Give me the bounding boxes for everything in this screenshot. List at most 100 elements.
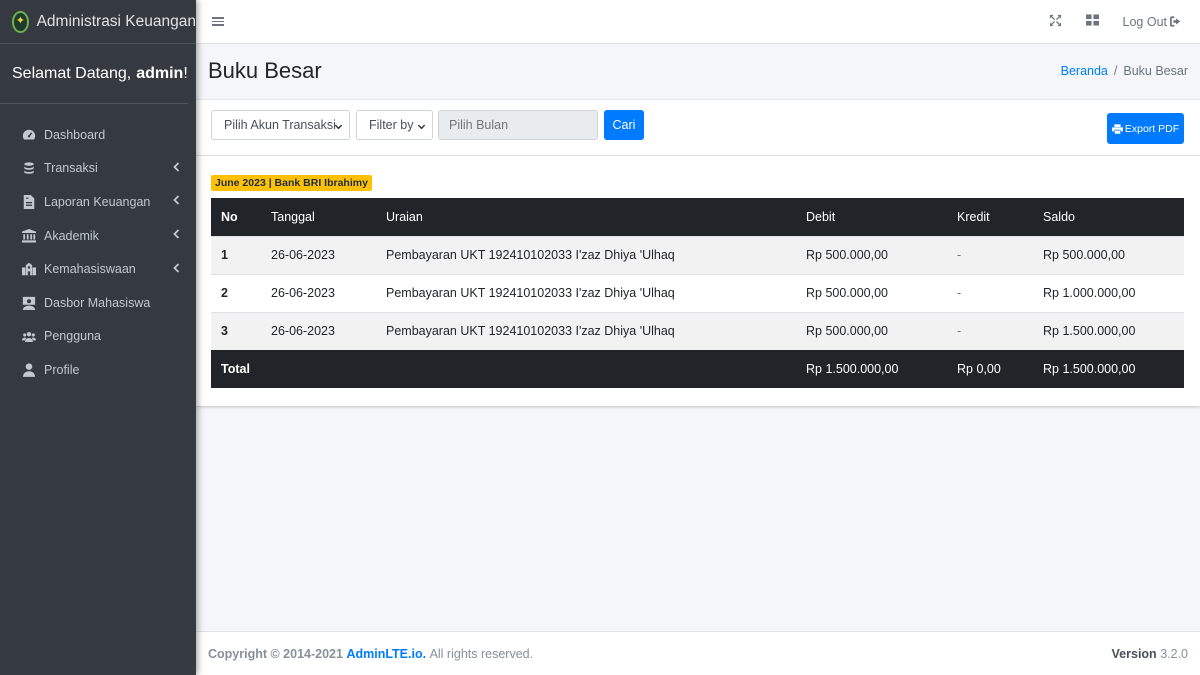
table-row: 1 26-06-2023 Pembayaran UKT 192410102033… [211,235,1184,274]
sidebar-nav: Dashboard Transaksi Laporan Keuangan Aka… [0,104,196,387]
footer-version-label: Version [1111,646,1157,661]
sidebar-item-dashboard[interactable]: Dashboard [0,118,196,152]
brand-link[interactable]: ✦ Administrasi Keuangan [0,0,196,44]
breadcrumb: Beranda / Buku Besar [1061,64,1188,78]
cell-uraian: Pembayaran UKT 192410102033 I'zaz Dhiya … [376,273,796,312]
cell-uraian: Pembayaran UKT 192410102033 I'zaz Dhiya … [376,311,796,350]
user-icon [22,363,36,377]
fullscreen-icon[interactable] [1049,14,1062,30]
cell-tanggal: 26-06-2023 [261,311,376,350]
welcome-user: admin [136,64,184,82]
cell-no: 3 [211,311,261,350]
filter-by-select-value: Filter by [369,118,414,132]
sidebar-item-laporan-keuangan[interactable]: Laporan Keuangan [0,185,196,219]
top-navbar: Log Out [196,0,1200,44]
account-select[interactable]: Pilih Akun Transaksi [211,110,350,140]
cell-saldo: Rp 1.500.000,00 [1033,311,1184,350]
cell-tanggal: 26-06-2023 [261,235,376,274]
cell-debit: Rp 500.000,00 [796,311,947,350]
period-account-badge: June 2023 | Bank BRI Ibrahimy [211,175,372,191]
sidebar-item-transaksi[interactable]: Transaksi [0,152,196,186]
sidebar-item-label: Akademik [44,228,99,243]
total-kredit: Rp 0,00 [957,362,1001,376]
cell-kredit: - [947,311,1033,350]
sign-out-icon [1170,16,1181,27]
content-header: Buku Besar Beranda / Buku Besar [208,57,1188,85]
sidebar-item-label: Laporan Keuangan [44,194,151,209]
total-saldo: Rp 1.500.000,00 [1043,362,1136,376]
cell-saldo: Rp 500.000,00 [1033,235,1184,274]
coins-icon [22,161,36,175]
printer-icon [1111,123,1123,134]
sidebar-item-akademik[interactable]: Akademik [0,219,196,253]
sidebar-item-dasbor-mahasiswa[interactable]: Dasbor Mahasiswa [0,286,196,320]
sidebar-item-label: Transaksi [44,161,98,176]
total-label: Total [221,362,250,376]
cell-tanggal: 26-06-2023 [261,273,376,312]
search-button[interactable]: Cari [604,110,644,140]
cell-kredit: - [947,273,1033,312]
sidebar-item-label: Dashboard [44,127,106,142]
column-header-tanggal: Tanggal [271,209,315,224]
ledger-card: Pilih Akun Transaksi Filter by Cari Expo… [196,100,1200,406]
page-title: Buku Besar [208,58,322,83]
student-icon [22,296,36,310]
welcome-suffix: ! [183,64,188,82]
table-total-row: Total Rp 1.500.000,00 Rp 0,00 Rp 1.500.0… [211,350,1184,388]
chevron-left-icon [173,195,180,208]
breadcrumb-separator: / [1113,64,1118,78]
logout-label: Log Out [1122,14,1167,29]
university-icon [22,228,36,243]
logout-link[interactable]: Log Out [1123,15,1182,29]
account-select-value: Pilih Akun Transaksi [224,118,336,132]
sidebar-item-label: Pengguna [44,329,102,344]
welcome-text: Selamat Datang, admin! [0,44,188,104]
cell-debit: Rp 500.000,00 [796,235,947,274]
footer-rights: All rights reserved. [429,646,534,661]
column-header-debit: Debit [806,209,836,224]
chevron-down-icon [417,120,426,134]
column-header-saldo: Saldo [1043,209,1075,224]
brand-title: Administrasi Keuangan [36,12,196,30]
menu-toggle-icon[interactable] [212,17,224,26]
chevron-left-icon [173,263,180,276]
footer-copyright: Copyright © 2014-2021 [208,646,343,661]
main-sidebar: ✦ Administrasi Keuangan Selamat Datang, … [0,0,196,675]
users-icon [22,329,36,343]
welcome-prefix: Selamat Datang, [12,64,132,82]
cell-no: 2 [211,273,261,312]
cell-no: 1 [211,235,261,274]
export-pdf-button[interactable]: Export PDF [1107,113,1184,144]
filter-bar: Pilih Akun Transaksi Filter by Cari Expo… [196,100,1200,156]
sidebar-item-pengguna[interactable]: Pengguna [0,320,196,354]
footer-version-number: 3.2.0 [1160,646,1188,661]
chevron-down-icon [334,120,343,134]
sidebar-item-profile[interactable]: Profile [0,353,196,387]
table-row: 3 26-06-2023 Pembayaran UKT 192410102033… [211,311,1184,350]
column-header-kredit: Kredit [957,209,990,224]
sidebar-item-label: Dasbor Mahasiswa [44,295,151,310]
breadcrumb-home-link[interactable]: Beranda [1061,64,1108,78]
ledger-table: No Tanggal Uraian Debit Kredit Saldo 1 2… [211,198,1184,388]
table-row: 2 26-06-2023 Pembayaran UKT 192410102033… [211,273,1184,312]
main-footer: Copyright © 2014-2021 AdminLTE.io. All r… [196,631,1200,675]
total-debit: Rp 1.500.000,00 [806,362,899,376]
table-header-row: No Tanggal Uraian Debit Kredit Saldo [211,198,1184,236]
month-input[interactable] [438,110,598,140]
brand-logo-icon: ✦ [12,10,29,33]
cell-kredit: - [947,235,1033,274]
column-header-uraian: Uraian [386,209,423,224]
column-header-no: No [221,209,238,224]
grid-icon[interactable] [1085,14,1099,29]
file-invoice-icon [22,194,36,209]
cell-debit: Rp 500.000,00 [796,273,947,312]
sidebar-item-label: Kemahasiswaan [44,262,136,277]
chevron-left-icon [173,162,180,175]
breadcrumb-current: Buku Besar [1123,64,1188,78]
footer-adminlte-link[interactable]: AdminLTE.io. [346,647,426,661]
sidebar-item-label: Profile [44,362,80,377]
sidebar-item-kemahasiswaan[interactable]: Kemahasiswaan [0,252,196,286]
dashboard-icon [22,128,36,142]
filter-by-select[interactable]: Filter by [356,110,433,140]
chevron-left-icon [173,229,180,242]
